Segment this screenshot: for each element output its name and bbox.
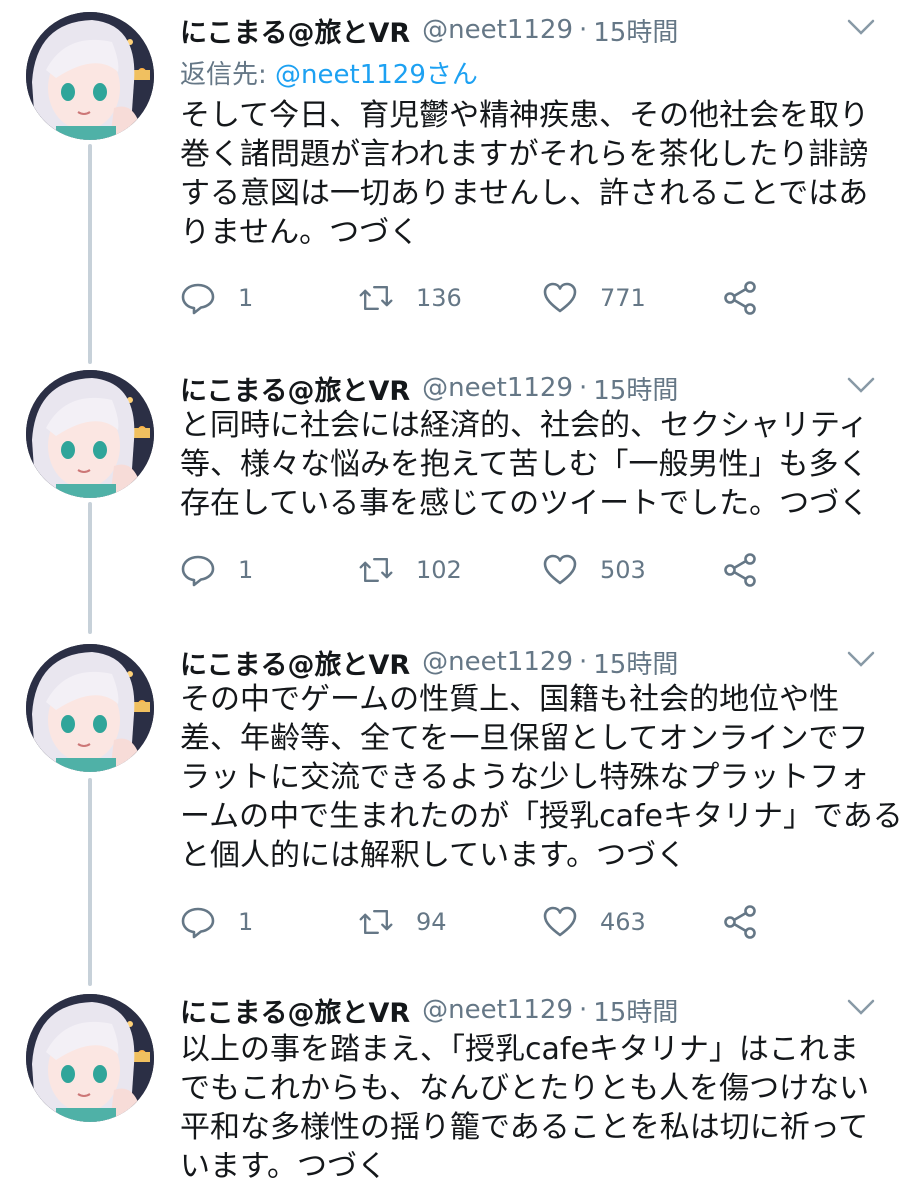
timestamp[interactable]: 15時間 bbox=[593, 370, 678, 407]
retweet-icon bbox=[359, 286, 393, 310]
reply-target-link[interactable]: @neet1129さん bbox=[275, 60, 478, 90]
user-handle[interactable]: @neet1129 bbox=[422, 15, 573, 45]
tweet[interactable]: にこまる@旅とVR @neet1129 · 15時間 と同時に社会には経済的、社… bbox=[0, 366, 906, 616]
like-icon bbox=[543, 906, 577, 937]
retweet-count: 136 bbox=[416, 284, 462, 312]
tweet-text: そして今日、育児鬱や精神疾患、その他社会を取り 巻く諸問題が言われますがそれらを… bbox=[180, 98, 870, 250]
display-name[interactable]: にこまる@旅とVR bbox=[180, 643, 410, 682]
like-icon bbox=[543, 282, 577, 313]
tweet-header: にこまる@旅とVR @neet1129 · 15時間 bbox=[180, 988, 876, 1032]
like-icon bbox=[543, 554, 577, 585]
reply-to-line: 返信先: @neet1129さん bbox=[180, 54, 478, 91]
reply-count: 1 bbox=[238, 908, 254, 936]
tweet-text: と同時に社会には経済的、社会的、セクシャリティ 等、様々な悩みを抱えて苦しむ「一… bbox=[180, 408, 870, 521]
share-button[interactable] bbox=[722, 550, 758, 590]
reply-count: 1 bbox=[238, 556, 254, 584]
tweet[interactable]: にこまる@旅とVR @neet1129 · 15時間 返信先: @neet112… bbox=[0, 8, 906, 348]
avatar[interactable] bbox=[26, 12, 154, 140]
like-button[interactable]: 771 bbox=[542, 278, 646, 318]
avatar[interactable] bbox=[26, 994, 154, 1122]
tweet[interactable]: にこまる@旅とVR @neet1129 · 15時間 その中でゲームの性質上、国… bbox=[0, 640, 906, 970]
avatar-image bbox=[26, 994, 154, 1122]
action-bar: 1 94 463 bbox=[180, 902, 800, 942]
avatar-image bbox=[26, 644, 154, 772]
timestamp[interactable]: 15時間 bbox=[593, 12, 678, 49]
avatar-image bbox=[26, 12, 154, 140]
tweet-text: その中でゲームの性質上、国籍も社会的地位や性 差、年齢等、全てを一旦保留としてオ… bbox=[180, 682, 903, 873]
timestamp[interactable]: 15時間 bbox=[593, 644, 678, 681]
user-handle[interactable]: @neet1129 bbox=[422, 647, 573, 677]
retweet-button[interactable]: 102 bbox=[358, 550, 462, 590]
like-count: 771 bbox=[600, 284, 646, 312]
avatar[interactable] bbox=[26, 370, 154, 498]
reply-button[interactable]: 1 bbox=[180, 902, 253, 942]
timestamp[interactable]: 15時間 bbox=[593, 992, 678, 1029]
chevron-down-icon[interactable] bbox=[846, 16, 876, 38]
reply-button[interactable]: 1 bbox=[180, 278, 253, 318]
user-handle[interactable]: @neet1129 bbox=[422, 373, 573, 403]
like-count: 463 bbox=[600, 908, 646, 936]
chevron-down-icon[interactable] bbox=[846, 996, 876, 1018]
retweet-icon bbox=[359, 558, 393, 582]
avatar-image bbox=[26, 370, 154, 498]
like-count: 503 bbox=[600, 556, 646, 584]
tweet[interactable]: にこまる@旅とVR @neet1129 · 15時間 以上の事を踏まえ、「授乳c… bbox=[0, 988, 906, 1200]
like-button[interactable]: 503 bbox=[542, 550, 646, 590]
thread-view: にこまる@旅とVR @neet1129 · 15時間 返信先: @neet112… bbox=[0, 0, 906, 1200]
share-icon bbox=[724, 905, 756, 939]
action-bar: 1 102 503 bbox=[180, 550, 800, 590]
like-button[interactable]: 463 bbox=[542, 902, 646, 942]
share-button[interactable] bbox=[722, 278, 758, 318]
separator: · bbox=[579, 647, 588, 677]
reply-prefix: 返信先: bbox=[180, 60, 267, 90]
user-handle[interactable]: @neet1129 bbox=[422, 995, 573, 1025]
retweet-icon bbox=[359, 910, 393, 934]
retweet-count: 94 bbox=[416, 908, 447, 936]
chevron-down-icon[interactable] bbox=[846, 374, 876, 396]
display-name[interactable]: にこまる@旅とVR bbox=[180, 11, 410, 50]
separator: · bbox=[579, 15, 588, 45]
retweet-count: 102 bbox=[416, 556, 462, 584]
reply-icon bbox=[181, 907, 215, 939]
action-bar: 1 136 771 bbox=[180, 278, 800, 318]
chevron-down-icon[interactable] bbox=[846, 648, 876, 670]
retweet-button[interactable]: 94 bbox=[358, 902, 447, 942]
tweet-header: にこまる@旅とVR @neet1129 · 15時間 bbox=[180, 8, 876, 52]
share-button[interactable] bbox=[722, 902, 758, 942]
separator: · bbox=[579, 995, 588, 1025]
reply-count: 1 bbox=[238, 284, 254, 312]
reply-button[interactable]: 1 bbox=[180, 550, 253, 590]
tweet-header: にこまる@旅とVR @neet1129 · 15時間 bbox=[180, 366, 876, 410]
display-name[interactable]: にこまる@旅とVR bbox=[180, 369, 410, 408]
separator: · bbox=[579, 373, 588, 403]
tweet-header: にこまる@旅とVR @neet1129 · 15時間 bbox=[180, 640, 876, 684]
avatar[interactable] bbox=[26, 644, 154, 772]
share-icon bbox=[724, 281, 756, 315]
tweet-text: 以上の事を踏まえ、「授乳cafeキタリナ」はこれま でもこれからも、なんびとたり… bbox=[180, 1032, 870, 1184]
reply-icon bbox=[181, 555, 215, 587]
retweet-button[interactable]: 136 bbox=[358, 278, 462, 318]
share-icon bbox=[724, 553, 756, 587]
reply-icon bbox=[181, 283, 215, 315]
display-name[interactable]: にこまる@旅とVR bbox=[180, 991, 410, 1030]
